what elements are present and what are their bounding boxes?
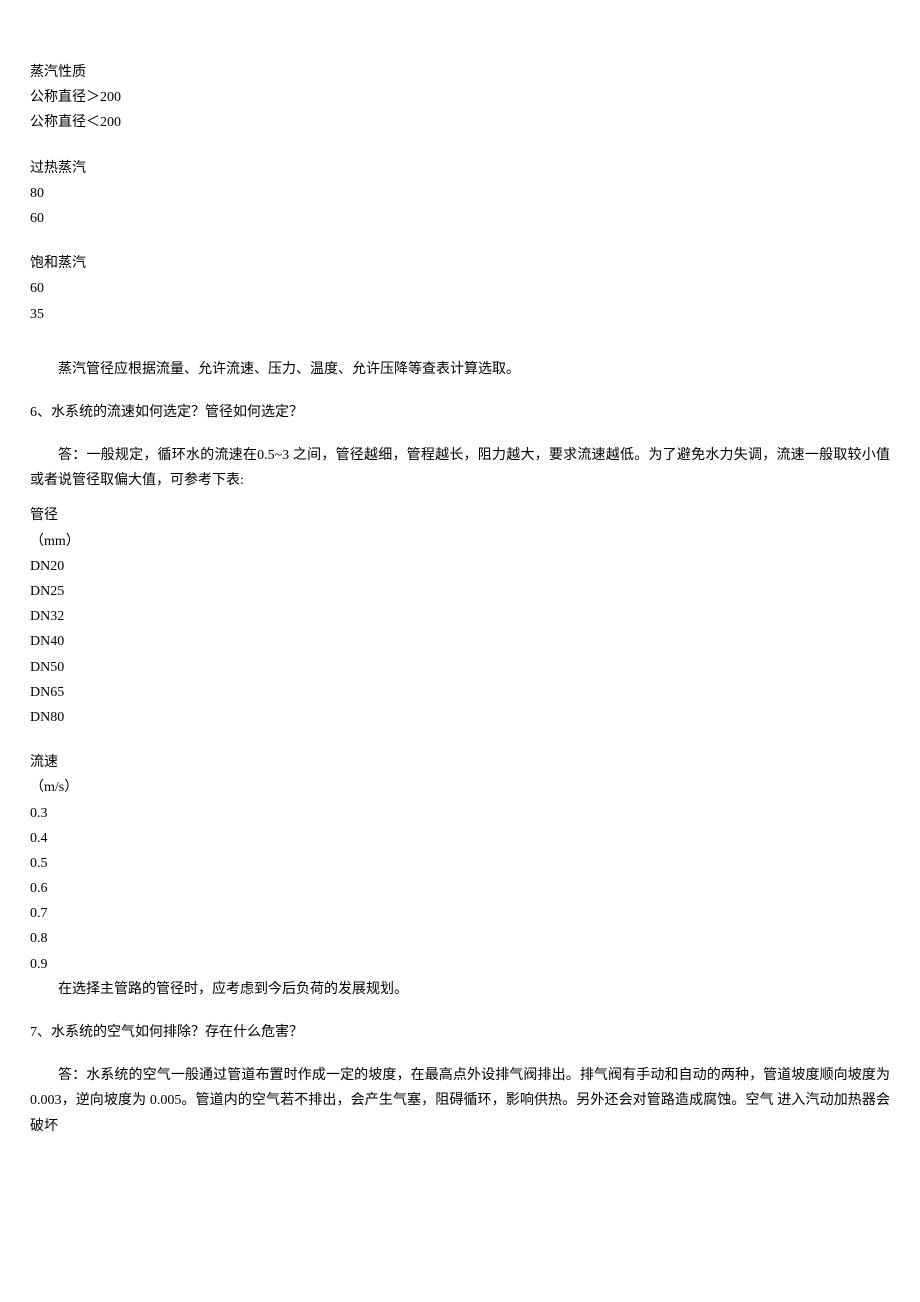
water-table-speed: 流速 （m/s） 0.3 0.4 0.5 0.6 0.7 0.8 0.9 [30,750,890,977]
steam-note-text: 蒸汽管径应根据流量、允许流速、压力、温度、允许压降等查表计算选取。 [30,357,890,382]
steam-table-header-col1: 蒸汽性质 [30,60,890,85]
dia-value: DN50 [30,655,890,680]
steam-row2-value2: 35 [30,302,890,327]
speed-value: 0.7 [30,901,890,926]
speed-label: 流速 [30,750,890,775]
steam-table-row-superheated: 过热蒸汽 80 60 [30,156,890,232]
speed-value: 0.5 [30,851,890,876]
speed-unit: （m/s） [30,775,890,800]
speed-value: 0.6 [30,876,890,901]
pipe-note-text: 在选择主管路的管径时，应考虑到今后负荷的发展规划。 [30,977,890,1002]
steam-row2-label: 饱和蒸汽 [30,251,890,276]
steam-table-header: 蒸汽性质 公称直径＞200 公称直径＜200 [30,60,890,136]
speed-value: 0.9 [30,952,890,977]
speed-value: 0.3 [30,801,890,826]
dia-value: DN32 [30,604,890,629]
dia-value: DN65 [30,680,890,705]
pipe-note: 在选择主管路的管径时，应考虑到今后负荷的发展规划。 [30,977,890,1002]
steam-note: 蒸汽管径应根据流量、允许流速、压力、温度、允许压降等查表计算选取。 [30,357,890,382]
dia-value: DN25 [30,579,890,604]
question-6-title: 6、水系统的流速如何选定？管径如何选定？ [30,400,890,425]
steam-row1-value2: 60 [30,206,890,231]
steam-row2-value1: 60 [30,276,890,301]
dia-value: DN40 [30,629,890,654]
steam-row1-value1: 80 [30,181,890,206]
steam-row1-label: 过热蒸汽 [30,156,890,181]
steam-table-header-col3: 公称直径＜200 [30,110,890,135]
question-7-title: 7、水系统的空气如何排除？存在什么危害？ [30,1020,890,1045]
dia-value: DN20 [30,554,890,579]
dia-unit: （mm） [30,529,890,554]
question-7-answer: 答：水系统的空气一般通过管道布置时作成一定的坡度，在最高点外设排气阀排出。排气阀… [30,1063,890,1139]
speed-value: 0.4 [30,826,890,851]
question-6-answer: 答：一般规定，循环水的流速在0.5~3 之间，管径越细，管程越长，阻力越大，要求… [30,443,890,493]
steam-table-header-col2: 公称直径＞200 [30,85,890,110]
steam-table-row-saturated: 饱和蒸汽 60 35 [30,251,890,327]
dia-label: 管径 [30,503,890,528]
water-table-diameter: 管径 （mm） DN20 DN25 DN32 DN40 DN50 DN65 DN… [30,503,890,730]
dia-value: DN80 [30,705,890,730]
speed-value: 0.8 [30,926,890,951]
